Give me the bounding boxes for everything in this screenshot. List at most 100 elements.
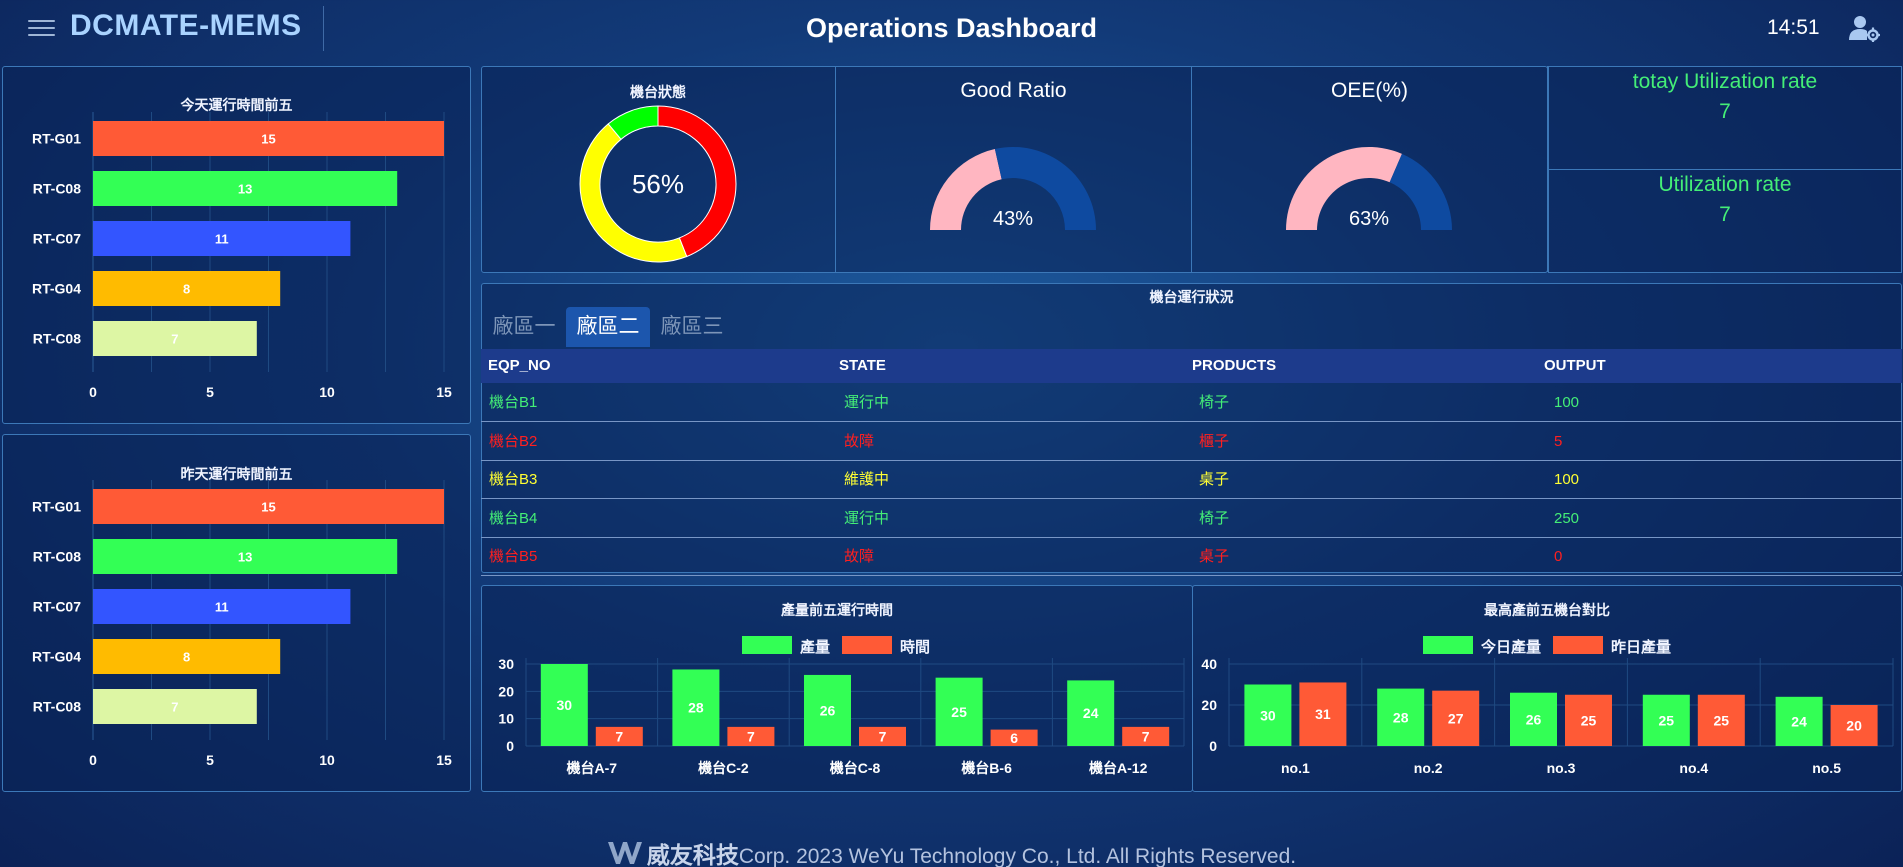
top5-compare-data-label: 30 <box>1260 707 1276 723</box>
utilization-cell: Utilization rate 7 <box>1548 169 1902 273</box>
top5-compare-x-tick-label: no.4 <box>1679 760 1708 776</box>
oee-gauge-remaining <box>1389 153 1452 230</box>
output-runtime-y-tick-label: 20 <box>498 683 514 699</box>
output-runtime-data-label: 25 <box>951 704 967 720</box>
output-runtime-x-tick-label: 機台B-6 <box>961 760 1012 776</box>
output-runtime-data-label: 7 <box>879 728 887 744</box>
table-header: EQP_NO STATE PRODUCTS OUTPUT <box>481 349 1902 383</box>
top5-compare-y-tick-label: 0 <box>1209 738 1217 754</box>
column-header-state[interactable]: STATE <box>839 349 886 383</box>
cell-output: 100 <box>1554 471 1580 488</box>
output-runtime-y-tick-label: 0 <box>506 738 514 754</box>
yesterday-data-label: 15 <box>261 500 275 515</box>
cell-product: 桌子 <box>1199 548 1230 565</box>
table-row[interactable]: 機台B3 維護中 桌子 100 <box>481 461 1902 499</box>
machine-status-cell: 機台狀態 56% <box>481 66 836 272</box>
good-ratio-gauge-fill <box>930 148 1002 230</box>
yesterday-x-tick-label: 0 <box>89 752 97 768</box>
output-runtime-x-tick-label: 機台C-8 <box>830 760 881 776</box>
tab-plant-3[interactable]: 廠區三 <box>652 307 732 347</box>
cell-eqp-no: 機台B1 <box>489 394 538 411</box>
today-x-tick-label: 15 <box>436 384 452 400</box>
tab-plant-2[interactable]: 廠區二 <box>566 307 650 347</box>
output-runtime-data-label: 7 <box>615 728 623 744</box>
top5-compare-panel: 最高產前五機台對比 今日產量 昨日產量 0 20 40 30 31 no.1 28 27 no.… <box>1192 585 1902 792</box>
top5-compare-x-tick-label: no.3 <box>1547 760 1576 776</box>
cell-output: 250 <box>1554 509 1580 527</box>
table-row[interactable]: 機台B1 運行中 椅子 100 <box>481 384 1902 422</box>
utilization-label: Utilization rate <box>1658 173 1792 196</box>
oee-value-label: 63% <box>1349 208 1389 230</box>
cell-state: 運行中 <box>844 394 890 411</box>
good-ratio-cell: Good Ratio 43% <box>836 66 1192 272</box>
today-category-label: RT-C08 <box>33 181 81 197</box>
top5-compare-data-label: 25 <box>1714 712 1730 728</box>
cell-output: 100 <box>1554 394 1580 411</box>
top5-compare-data-label: 26 <box>1526 711 1542 727</box>
machine-status-center-label: 56% <box>632 169 684 199</box>
cell-product: 櫃子 <box>1199 432 1230 450</box>
cell-output: 5 <box>1554 432 1563 450</box>
top5-compare-data-label: 25 <box>1659 712 1675 728</box>
cell-state: 運行中 <box>844 509 890 527</box>
output-runtime-x-tick-label: 機台C-2 <box>698 760 749 776</box>
top5-compare-x-tick-label: no.2 <box>1414 760 1443 776</box>
column-header-output[interactable]: OUTPUT <box>1544 349 1606 383</box>
today-data-label: 11 <box>215 232 229 247</box>
today-data-label: 13 <box>238 182 252 197</box>
table-row[interactable]: 機台B4 運行中 椅子 250 <box>481 500 1902 538</box>
cell-product: 椅子 <box>1199 394 1230 411</box>
today-x-tick-label: 5 <box>206 384 214 400</box>
output-runtime-data-label: 6 <box>1010 730 1018 746</box>
top5-compare-x-tick-label: no.5 <box>1812 760 1841 776</box>
yesterday-data-label: 11 <box>215 600 229 615</box>
today-category-label: RT-C07 <box>33 231 81 247</box>
top5-compare-data-label: 20 <box>1846 718 1862 734</box>
today-category-label: RT-G01 <box>32 131 81 147</box>
cell-eqp-no: 機台B3 <box>489 471 538 488</box>
today-runtime-bar-chart: RT-G01 15 RT-C08 13 RT-C07 11 RT-G04 8 RT-C08 7 0 5… <box>32 112 452 400</box>
yesterday-data-label: 7 <box>171 700 178 715</box>
column-header-eqp-no[interactable]: EQP_NO <box>488 349 551 383</box>
column-header-products[interactable]: PRODUCTS <box>1192 349 1276 383</box>
table-row[interactable]: 機台B5 故障 桌子 0 <box>481 538 1902 576</box>
output-runtime-x-tick-label: 機台A-12 <box>1089 760 1148 776</box>
cell-eqp-no: 機台B4 <box>489 509 538 527</box>
output-runtime-panel: 產量前五運行時間 產量 時間 0 10 20 30 30 7 機台A-7 28 7 機台C-2 26… <box>481 585 1193 792</box>
yesterday-category-label: RT-C08 <box>33 549 81 565</box>
footer-copyright: Corp. 2023 WeYu Technology Co., Ltd. All… <box>738 845 1297 867</box>
yesterday-category-label: RT-G04 <box>32 649 81 665</box>
user-settings-icon[interactable] <box>1848 14 1880 42</box>
output-runtime-data-label: 7 <box>1142 728 1150 744</box>
yesterday-runtime-bar-chart: RT-G01 15 RT-C08 13 RT-C07 11 RT-G04 8 RT-C08 7 0 5… <box>32 480 452 768</box>
output-runtime-data-label: 28 <box>688 700 704 716</box>
yesterday-x-tick-label: 5 <box>206 752 214 768</box>
cell-state: 故障 <box>844 548 875 565</box>
machine-status-title: 機台狀態 <box>630 84 686 100</box>
top-bar: DCMATE-MEMS Operations Dashboard 14:51 <box>0 0 1903 56</box>
yesterday-data-label: 13 <box>238 550 252 565</box>
today-utilization-label: totay Utilization rate <box>1632 70 1818 93</box>
clock: 14:51 <box>1767 16 1820 39</box>
today-category-label: RT-G04 <box>32 281 81 297</box>
cell-product: 桌子 <box>1199 471 1230 488</box>
table-row[interactable]: 機台B2 故障 櫃子 5 <box>481 423 1902 461</box>
output-runtime-y-tick-label: 30 <box>498 656 514 672</box>
output-runtime-data-label: 26 <box>820 702 836 718</box>
top5-compare-data-label: 25 <box>1581 712 1597 728</box>
cell-state: 故障 <box>844 432 875 450</box>
footer: 威友科技Corp. 2023 WeYu Technology Co., Ltd.… <box>0 836 1903 867</box>
output-runtime-data-label: 7 <box>747 728 755 744</box>
today-utilization-value: 7 <box>1719 100 1731 123</box>
top5-compare-x-tick-label: no.1 <box>1281 760 1310 776</box>
tab-plant-1[interactable]: 廠區一 <box>484 307 564 347</box>
good-ratio-title: Good Ratio <box>960 79 1067 102</box>
footer-brand: 威友科技 <box>646 842 739 867</box>
oee-cell: OEE(%) 63% <box>1192 66 1548 272</box>
today-data-label: 8 <box>183 282 190 297</box>
cell-eqp-no: 機台B5 <box>489 548 538 565</box>
yesterday-x-tick-label: 15 <box>436 752 452 768</box>
output-runtime-data-label: 30 <box>557 697 573 713</box>
output-runtime-y-tick-label: 10 <box>498 711 514 727</box>
good-ratio-value-label: 43% <box>993 208 1033 230</box>
